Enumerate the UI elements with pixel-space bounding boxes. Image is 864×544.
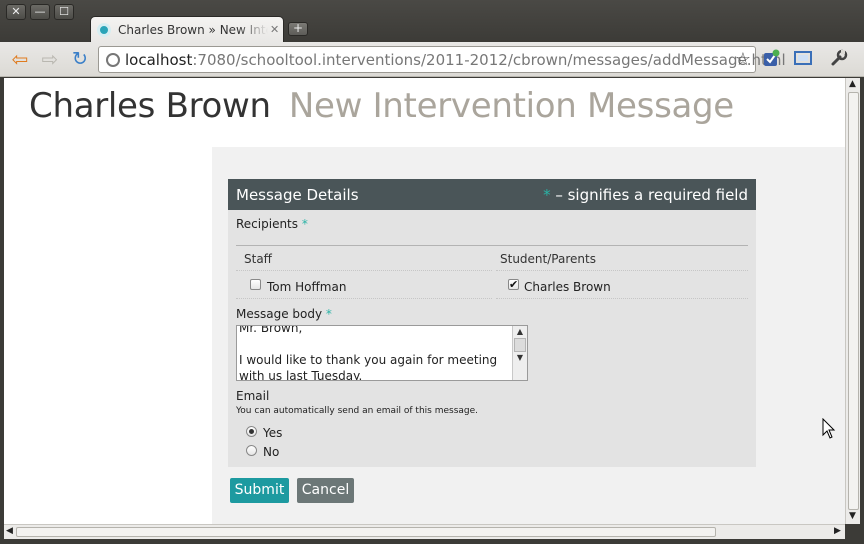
page-title-name: Charles Brown <box>29 86 271 126</box>
form-legend: Message Details * – signifies a required… <box>228 179 756 210</box>
textarea-scrollbar[interactable]: ▲ ▼ <box>512 326 527 380</box>
window-controls: ✕ — ☐ <box>6 4 74 20</box>
url-text: localhost:7080/schooltool.interventions/… <box>125 51 786 69</box>
recipients-label: Recipients * <box>236 217 308 231</box>
email-yes-label: Yes <box>263 426 283 440</box>
bookmark-star-icon[interactable]: ☆ <box>735 49 751 70</box>
new-tab-button[interactable]: + <box>288 22 308 36</box>
email-hint: You can automatically send an email of t… <box>236 406 479 416</box>
email-label: Email <box>236 389 270 403</box>
cancel-button[interactable]: Cancel <box>297 478 354 503</box>
scroll-down-arrow-icon[interactable]: ▼ <box>513 352 527 364</box>
recipients-label-text: Recipients <box>236 217 299 231</box>
forward-arrow-icon[interactable]: ⇨ <box>38 48 62 70</box>
message-details-form: Message Details * – signifies a required… <box>228 179 756 467</box>
page-viewport: Charles Brown New Intervention Message Me… <box>4 78 845 524</box>
row-divider <box>236 270 492 271</box>
browser-toolbar: ⇦ ⇨ ↻ localhost:7080/schooltool.interven… <box>0 42 864 77</box>
email-no-radio[interactable] <box>246 445 257 456</box>
email-no-label: No <box>263 445 280 459</box>
window-close-button[interactable]: ✕ <box>6 4 26 20</box>
required-star: * <box>543 185 551 204</box>
extension-icon[interactable] <box>760 49 782 69</box>
scroll-up-arrow-icon[interactable]: ▲ <box>849 79 856 89</box>
recipients-required-star: * <box>301 217 308 231</box>
page-title: Charles Brown New Intervention Message <box>29 86 734 126</box>
staff-checkbox-tom-hoffman[interactable] <box>250 279 261 290</box>
scroll-down-arrow-icon[interactable]: ▼ <box>849 511 856 521</box>
form-legend-title: Message Details <box>236 185 359 204</box>
horizontal-scroll-thumb[interactable] <box>16 527 716 537</box>
tab-title: Charles Brown » New Intervention Message <box>118 22 268 37</box>
window-titlebar: ✕ — ☐ Charles Brown » New Intervention M… <box>0 0 864 42</box>
email-yes-radio[interactable] <box>246 426 257 437</box>
mouse-cursor-icon <box>822 417 836 440</box>
page-info-icon[interactable] <box>106 52 120 67</box>
back-arrow-icon[interactable]: ⇦ <box>8 48 32 70</box>
required-field-note: * – signifies a required field <box>543 186 748 204</box>
message-body-label: Message body * <box>236 307 332 321</box>
page-title-sub: New Intervention Message <box>288 86 734 126</box>
row-divider <box>236 298 492 299</box>
textarea-scroll-thumb[interactable] <box>514 338 526 352</box>
row-divider <box>496 270 748 271</box>
message-body-label-text: Message body <box>236 307 323 321</box>
vertical-scroll-thumb[interactable] <box>848 92 859 510</box>
staff-name: Tom Hoffman <box>267 280 347 294</box>
recipients-divider <box>236 245 748 246</box>
message-body-required-star: * <box>325 307 332 321</box>
scroll-right-arrow-icon[interactable]: ▶ <box>834 526 841 536</box>
wrench-menu-icon[interactable] <box>828 49 850 69</box>
message-body-text: Mr. Brown, I would like to thank you aga… <box>239 325 498 381</box>
page-vertical-scrollbar[interactable]: ▲ ▼ <box>845 78 860 524</box>
submit-button[interactable]: Submit <box>230 478 289 503</box>
required-note-text: – signifies a required field <box>555 185 748 204</box>
scroll-left-arrow-icon[interactable]: ◀ <box>6 526 13 536</box>
schooltool-favicon-icon <box>97 22 111 37</box>
message-body-textarea[interactable]: Mr. Brown, I would like to thank you aga… <box>236 325 528 381</box>
url-path: :7080/schooltool.interventions/2011-2012… <box>192 50 786 69</box>
url-host: localhost <box>125 50 193 69</box>
students-column-header: Student/Parents <box>500 252 596 266</box>
reload-icon[interactable]: ↻ <box>68 48 92 70</box>
staff-column-header: Staff <box>244 252 272 266</box>
window-minimize-button[interactable]: — <box>30 4 50 20</box>
scroll-up-arrow-icon[interactable]: ▲ <box>513 326 527 338</box>
row-divider <box>496 298 748 299</box>
student-name: Charles Brown <box>524 280 611 294</box>
tab-close-icon[interactable]: ✕ <box>270 23 279 36</box>
student-checkbox-charles-brown[interactable]: ✔ <box>508 279 519 290</box>
address-bar[interactable]: localhost:7080/schooltool.interventions/… <box>98 46 786 73</box>
fullscreen-icon[interactable] <box>792 49 814 69</box>
page-horizontal-scrollbar[interactable]: ◀ ▶ <box>4 524 845 539</box>
window-maximize-button[interactable]: ☐ <box>54 4 74 20</box>
browser-tab[interactable]: Charles Brown » New Intervention Message… <box>90 16 284 42</box>
